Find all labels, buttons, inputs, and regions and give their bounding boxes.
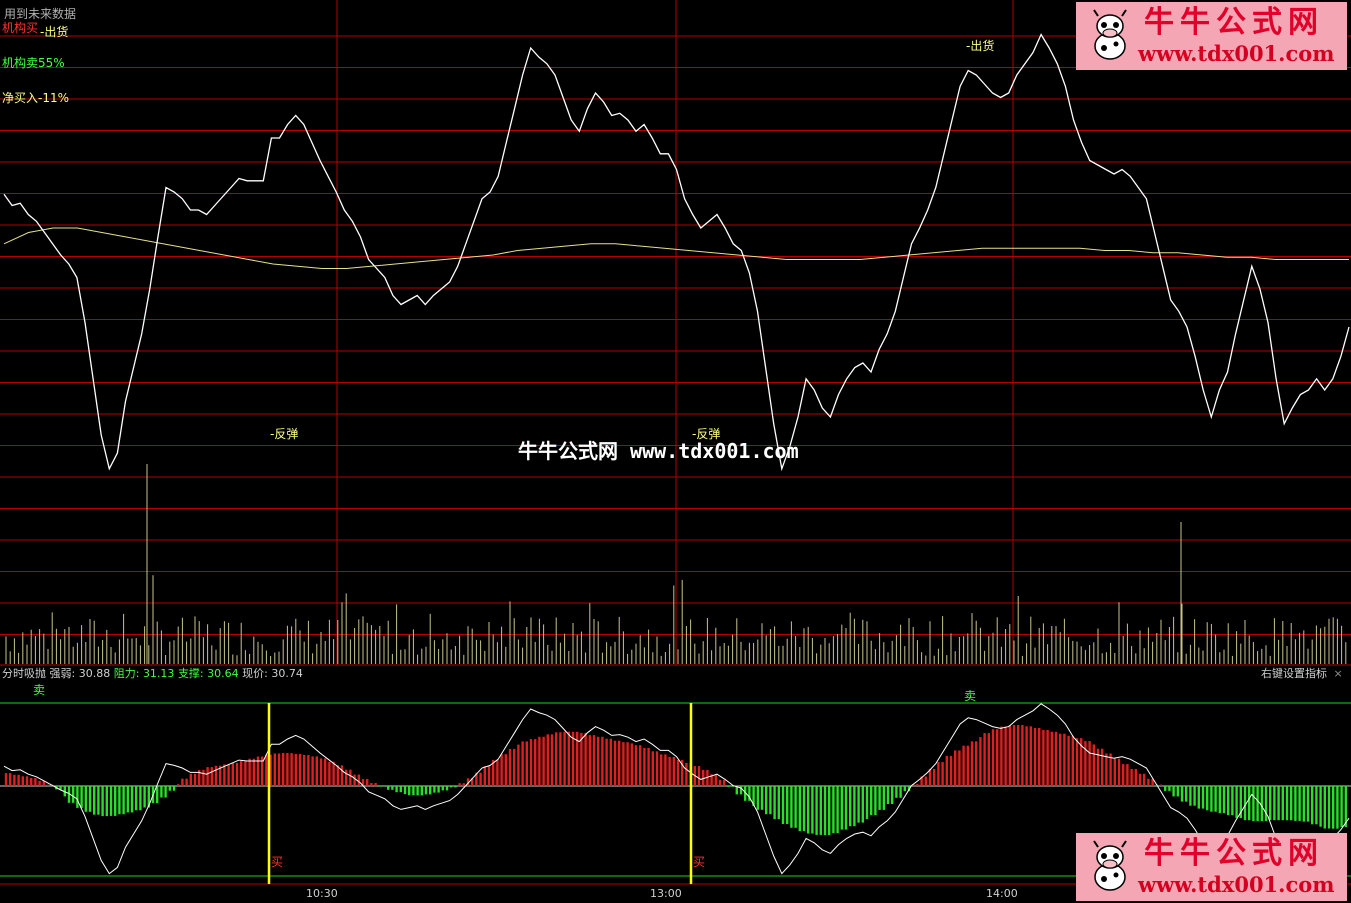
cow-mascot-icon — [1093, 840, 1127, 891]
legend-inst-buy: 机构买 — [2, 21, 39, 35]
indicator-buy-mark-2: 买 — [693, 855, 706, 869]
brand-url: www.tdx001.com — [1138, 872, 1335, 897]
time-tick-1300: 13:00 — [650, 887, 682, 900]
signal-sell-left: -出货 — [40, 25, 69, 39]
brand-logo-top: 牛牛公式网 www.tdx001.com — [1076, 2, 1347, 70]
time-tick-1030: 10:30 — [306, 887, 338, 900]
price-value: 30.74 — [271, 667, 303, 680]
signal-rebound-1-text: 反弹 — [274, 427, 299, 441]
brand-url: www.tdx001.com — [1138, 41, 1335, 66]
center-watermark: 牛牛公式网 www.tdx001.com — [518, 439, 799, 463]
cow-mascot-icon — [1093, 9, 1127, 60]
legend-net-buy: 净买入-11% — [2, 91, 70, 105]
time-tick-1400: 14:00 — [986, 887, 1018, 900]
legend-inst-sell: 机构卖55% — [2, 56, 65, 70]
indicator-header: 分时吸抛 强弱: 30.88 阻力: 31.13 支撑: 30.64 现价: 3… — [2, 667, 303, 680]
signal-sell-top-text: 出货 — [970, 39, 995, 53]
resistance-label: 阻力: — [113, 667, 140, 680]
support-value: 30.64 — [207, 667, 239, 680]
resistance-value: 31.13 — [142, 667, 175, 680]
indicator-sell-mark-1: 卖 — [33, 683, 46, 697]
indicator-settings-menu[interactable]: 右键设置指标 × — [1261, 667, 1343, 680]
intraday-chart-window: 用到未来数据 机构买 -出货 机构卖55% 净买入-11% -出货 -反弹 -反… — [0, 0, 1351, 903]
strength-label: 强弱: — [49, 667, 76, 680]
support-label: 支撑: — [177, 667, 204, 680]
strength-value: 30.88 — [78, 667, 111, 680]
signal-rebound-1: -反弹 — [270, 427, 299, 441]
brand-name: 牛牛公式网 — [1144, 836, 1324, 871]
brand-logo-bottom: 牛牛公式网 www.tdx001.com — [1076, 833, 1347, 901]
brand-name: 牛牛公式网 — [1144, 5, 1324, 40]
indicator-name: 分时吸抛 — [2, 667, 46, 680]
indicator-sell-mark-2: 卖 — [964, 689, 977, 703]
close-icon[interactable]: × — [1334, 667, 1343, 680]
signal-sell-top: -出货 — [966, 39, 995, 53]
indicator-buy-mark-1: 买 — [271, 855, 284, 869]
signal-sell-left-text: 出货 — [44, 25, 69, 39]
future-data-hint: 用到未来数据 — [4, 7, 77, 21]
right-click-settings-label: 右键设置指标 — [1261, 667, 1327, 680]
price-label: 现价: — [242, 667, 268, 680]
